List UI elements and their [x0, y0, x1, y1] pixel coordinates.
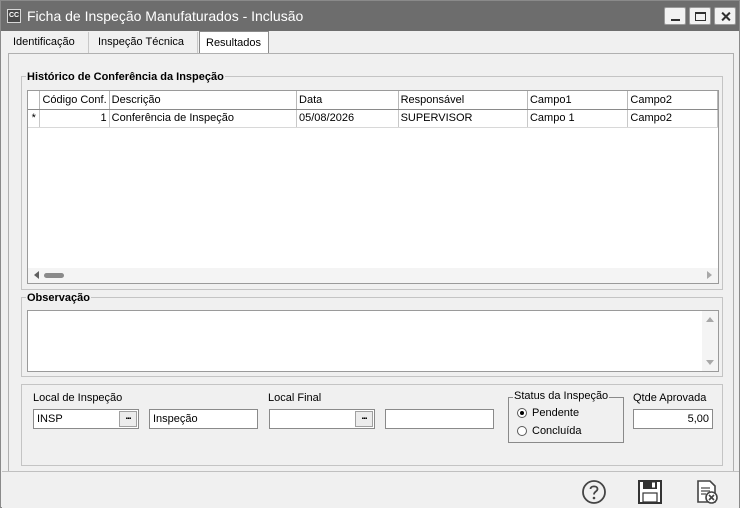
- grid-header-data[interactable]: Data: [296, 91, 399, 110]
- cell-descricao[interactable]: Conferência de Inspeção: [109, 109, 298, 128]
- local-inspecao-code-field[interactable]: INSP ...: [33, 409, 139, 429]
- local-final-code-field[interactable]: ...: [269, 409, 375, 429]
- historico-title: Histórico de Conferência da Inspeção: [26, 71, 225, 83]
- local-inspecao-description-field[interactable]: Inspeção: [149, 409, 258, 429]
- observacao-title: Observação: [26, 292, 91, 304]
- app-icon: CC: [7, 9, 21, 23]
- cell-codigo[interactable]: 1: [39, 109, 110, 128]
- local-inspecao-code: INSP: [37, 413, 63, 425]
- scroll-thumb[interactable]: [44, 273, 64, 278]
- grid-header-row: Código Conf. Descrição Data Responsável …: [28, 91, 718, 110]
- grid-header-campo1[interactable]: Campo1: [527, 91, 629, 110]
- cancel-document-icon: [697, 480, 718, 504]
- scroll-left-icon[interactable]: [34, 271, 39, 279]
- status-inspecao-group: Status da Inspeção Pendente Concluída: [508, 390, 624, 443]
- local-final-label: Local Final: [268, 392, 322, 404]
- help-button[interactable]: [579, 478, 609, 506]
- title-bar[interactable]: CC Ficha de Inspeção Manufaturados - Inc…: [1, 1, 739, 31]
- grid-header-indicator: [28, 91, 41, 110]
- close-button[interactable]: [714, 7, 736, 25]
- save-icon: [638, 480, 662, 504]
- status-pendente-label[interactable]: Pendente: [532, 407, 579, 419]
- status-pendente-radio[interactable]: [517, 408, 527, 418]
- local-final-description-field[interactable]: [385, 409, 494, 429]
- table-row[interactable]: * 1 Conferência de Inspeção 05/08/2026 S…: [28, 109, 718, 128]
- cancel-button[interactable]: [692, 478, 722, 506]
- cell-data[interactable]: 05/08/2026: [296, 109, 399, 128]
- tab-resultados[interactable]: Resultados: [199, 31, 269, 53]
- footer-toolbar: [2, 471, 739, 508]
- grid-horizontal-scrollbar[interactable]: [28, 268, 718, 283]
- grid-header-codigo[interactable]: Código Conf.: [39, 91, 110, 110]
- row-indicator: *: [28, 109, 41, 128]
- inspection-window: CC Ficha de Inspeção Manufaturados - Inc…: [0, 0, 740, 508]
- maximize-button[interactable]: [689, 7, 711, 25]
- minimize-button[interactable]: [664, 7, 686, 25]
- local-inspecao-lookup-button[interactable]: ...: [119, 411, 137, 427]
- minimize-icon: [671, 19, 680, 21]
- grid-header-descricao[interactable]: Descrição: [109, 91, 298, 110]
- cell-campo1[interactable]: Campo 1: [527, 109, 629, 128]
- memo-vertical-scrollbar[interactable]: [702, 311, 718, 371]
- tab-identificacao[interactable]: Identificação: [7, 32, 89, 53]
- status-concluida-label[interactable]: Concluída: [532, 425, 582, 437]
- scroll-down-icon[interactable]: [706, 360, 714, 365]
- qtde-aprovada-field[interactable]: 5,00: [633, 409, 713, 429]
- grid-header-responsavel[interactable]: Responsável: [398, 91, 528, 110]
- local-final-lookup-button[interactable]: ...: [355, 411, 373, 427]
- scroll-right-icon[interactable]: [707, 271, 712, 279]
- cell-campo2[interactable]: Campo2: [627, 109, 718, 128]
- local-inspecao-description: Inspeção: [153, 413, 198, 425]
- local-inspecao-label: Local de Inspeção: [33, 392, 123, 404]
- help-icon: [582, 480, 606, 504]
- qtde-aprovada-value: 5,00: [687, 413, 709, 425]
- maximize-icon: [695, 12, 706, 21]
- cell-responsavel[interactable]: SUPERVISOR: [398, 109, 528, 128]
- status-concluida-radio[interactable]: [517, 426, 527, 436]
- tab-inspecao-tecnica[interactable]: Inspeção Técnica: [92, 32, 198, 53]
- status-inspecao-title: Status da Inspeção: [513, 390, 610, 402]
- grid-header-campo2[interactable]: Campo2: [627, 91, 718, 110]
- observacao-textarea[interactable]: [27, 310, 719, 372]
- scroll-up-icon[interactable]: [706, 317, 714, 322]
- qtde-aprovada-label: Qtde Aprovada: [633, 392, 707, 404]
- window-title: Ficha de Inspeção Manufaturados - Inclus…: [27, 8, 304, 24]
- historico-grid[interactable]: Código Conf. Descrição Data Responsável …: [27, 90, 719, 284]
- save-button[interactable]: [635, 478, 665, 506]
